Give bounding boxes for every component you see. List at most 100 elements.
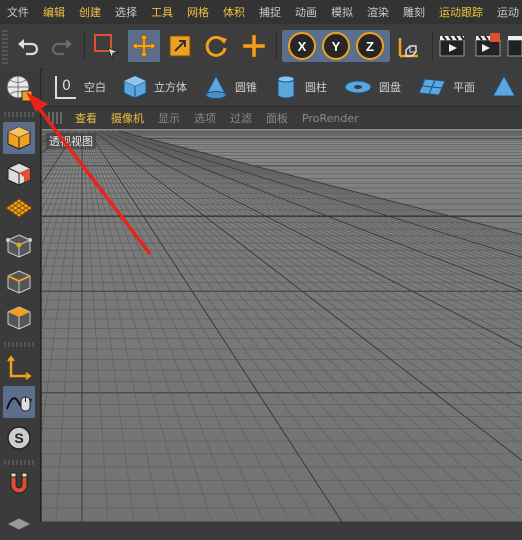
view-menu-prorender[interactable]: ProRender	[295, 112, 366, 125]
view-menu-view[interactable]: 查看	[68, 110, 104, 126]
y-axis-button[interactable]: Y	[322, 32, 350, 60]
live-selection-button[interactable]	[90, 30, 122, 62]
separator	[84, 32, 85, 60]
clapperboard-render-icon	[475, 33, 501, 57]
cylinder-button[interactable]: 圆柱	[265, 74, 335, 100]
rect-select-icon	[94, 34, 120, 60]
polygons-cube-icon	[7, 306, 31, 330]
view-menu-filter[interactable]: 过滤	[223, 110, 259, 126]
move-icon	[131, 33, 157, 59]
pyramid-icon	[492, 74, 516, 97]
polygon-mode-button[interactable]	[3, 302, 35, 334]
menu-volume[interactable]: 体积	[216, 4, 252, 20]
rotate-tool-button[interactable]	[200, 30, 232, 62]
menu-motion-tracking[interactable]: 运动跟踪	[432, 4, 490, 20]
cube-label: 立方体	[154, 81, 187, 94]
coordinate-system-icon	[398, 38, 418, 58]
plane-button[interactable]: 平面	[409, 74, 483, 100]
mouse-tweak-icon	[6, 396, 32, 412]
menu-motion[interactable]: 运动	[490, 4, 522, 20]
cone-button[interactable]: 圆锥	[195, 74, 265, 100]
render-view-button[interactable]	[436, 30, 468, 62]
svg-text:0: 0	[62, 78, 71, 94]
cylinder-label: 圆柱	[305, 81, 327, 94]
clapperboard-icon	[439, 35, 465, 57]
x-axis-button[interactable]: X	[288, 32, 316, 60]
menu-render[interactable]: 渲染	[360, 4, 396, 20]
menu-simulate[interactable]: 模拟	[324, 4, 360, 20]
toolbar-grip	[2, 28, 8, 64]
cone-label: 圆锥	[235, 81, 257, 94]
floor-grid	[42, 130, 522, 522]
viewport-menu-grip	[48, 112, 62, 124]
axis-mode-button[interactable]	[3, 352, 35, 384]
checker-cube-icon	[7, 162, 31, 186]
view-menu-cameras[interactable]: 摄像机	[104, 110, 151, 126]
undo-button[interactable]	[12, 30, 44, 62]
axis-icon	[7, 355, 32, 380]
points-cube-icon	[6, 234, 32, 258]
scale-tool-button[interactable]	[164, 30, 196, 62]
perspective-viewport[interactable]: 透视视图	[42, 129, 522, 522]
menu-sculpt[interactable]: 雕刻	[396, 4, 432, 20]
palette-grip	[4, 112, 36, 117]
workplane-mode-button[interactable]	[3, 192, 35, 224]
workplane-button[interactable]	[3, 508, 35, 540]
null-object-button[interactable]: 0 空白	[44, 73, 114, 101]
cube-button[interactable]: 立方体	[114, 74, 195, 100]
edges-cube-icon	[7, 270, 31, 294]
make-editable-button[interactable]	[2, 72, 38, 106]
undo-icon	[18, 39, 39, 56]
disc-button[interactable]: 圆盘	[335, 74, 409, 100]
recent-tool-button[interactable]	[238, 30, 270, 62]
pyramid-button[interactable]	[483, 74, 522, 100]
cone-icon	[205, 74, 227, 100]
menu-bar: 文件 编辑 创建 选择 工具 网格 体积 捕捉 动画 模拟 渲染 雕刻 运动跟踪…	[0, 0, 522, 24]
menu-snap[interactable]: 捕捉	[252, 4, 288, 20]
main-toolbar: X Y Z	[0, 24, 522, 69]
menu-file[interactable]: 文件	[0, 4, 36, 20]
view-menu-options[interactable]: 选项	[187, 110, 223, 126]
menu-mesh[interactable]: 网格	[180, 4, 216, 20]
rotate-icon	[205, 35, 227, 57]
menu-select[interactable]: 选择	[108, 4, 144, 20]
solo-s-icon: S	[7, 426, 31, 450]
view-menu-panel[interactable]: 面板	[259, 110, 295, 126]
disc-icon	[344, 80, 372, 94]
menu-tools[interactable]: 工具	[144, 4, 180, 20]
model-cube-icon	[7, 126, 31, 150]
texture-mode-button[interactable]	[3, 158, 35, 190]
menu-create[interactable]: 创建	[72, 4, 108, 20]
menu-animate[interactable]: 动画	[288, 4, 324, 20]
workplane-grid-icon	[6, 517, 32, 531]
grid-plane-icon	[5, 198, 33, 218]
cylinder-icon	[277, 75, 295, 99]
svg-text:S: S	[14, 430, 23, 446]
point-mode-button[interactable]	[3, 230, 35, 262]
coordinate-system-button[interactable]	[394, 30, 426, 62]
palette-grip	[4, 460, 36, 465]
viewport-menu-bar: 查看 摄像机 显示 选项 过滤 面板 ProRender	[44, 107, 522, 129]
menu-edit[interactable]: 编辑	[36, 4, 72, 20]
plane-label: 平面	[453, 81, 475, 94]
render-to-picture-viewer-button[interactable]	[472, 30, 504, 62]
solo-button[interactable]: S	[3, 422, 35, 454]
plane-icon	[418, 78, 446, 96]
globe-editable-icon	[6, 75, 33, 102]
separator	[276, 32, 277, 60]
redo-button[interactable]	[46, 30, 78, 62]
z-axis-button[interactable]: Z	[356, 32, 384, 60]
cube-icon	[123, 75, 147, 99]
magnet-icon	[10, 472, 28, 494]
render-settings-button[interactable]	[506, 30, 522, 62]
plus-move-icon	[242, 34, 266, 58]
move-tool-button[interactable]	[128, 30, 160, 62]
tweak-mode-button[interactable]	[3, 386, 35, 418]
edge-mode-button[interactable]	[3, 266, 35, 298]
model-mode-button[interactable]	[3, 122, 35, 154]
object-toolbar: 0 空白 立方体 圆锥 圆柱 圆盘 平面	[44, 68, 522, 107]
view-menu-display[interactable]: 显示	[151, 110, 187, 126]
redo-icon	[51, 39, 72, 56]
viewport-label: 透视视图	[46, 133, 96, 149]
snap-button[interactable]	[3, 468, 35, 500]
